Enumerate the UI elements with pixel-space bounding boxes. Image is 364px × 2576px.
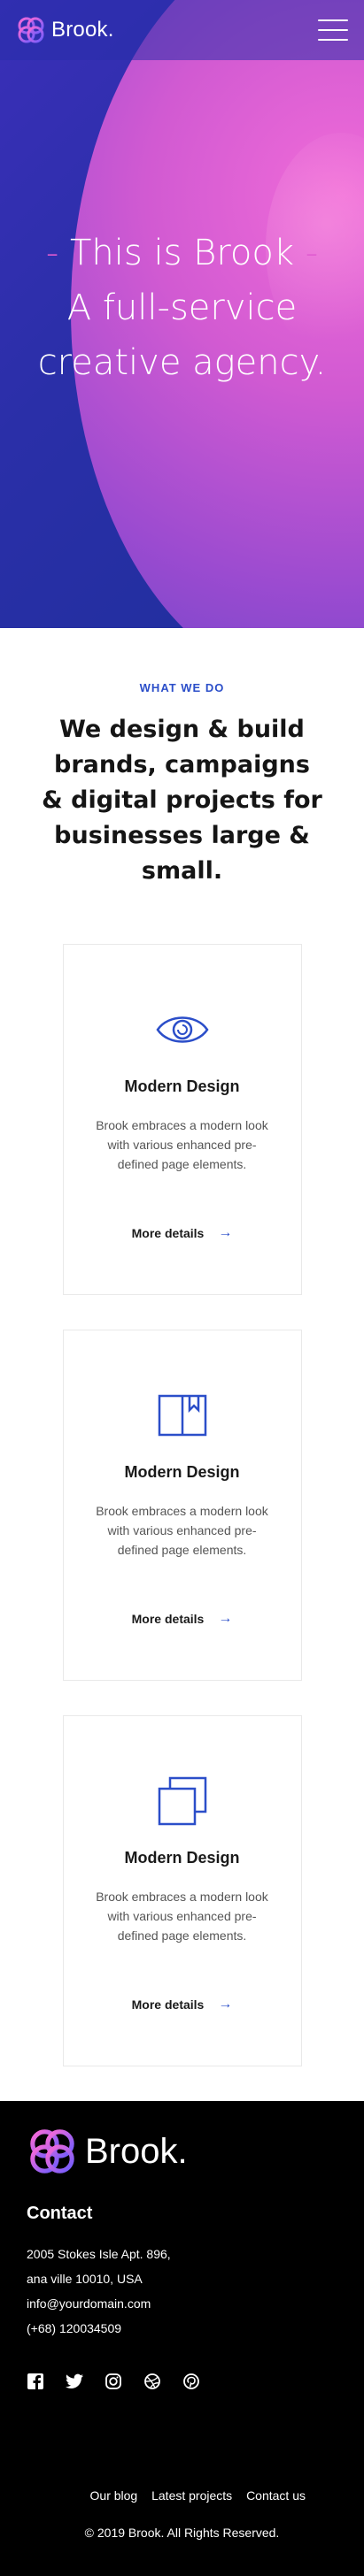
hero-dash-right: - [305,233,319,273]
site-header: Brook. [0,0,364,60]
layers-icon [158,1776,206,1826]
footer-nav: Our blog Latest projects Contact us [80,2488,306,2503]
hero-line-1: - This is Brook - [0,226,364,280]
arrow-right-icon: → [218,1225,233,1240]
footer-brand-logo[interactable]: Brook. [27,2126,337,2177]
social-links [27,2373,337,2390]
hero-line-3: creative agency. [37,342,327,383]
footer-link-contact[interactable]: Contact us [246,2488,306,2503]
book-icon [158,1394,206,1437]
more-details-label: More details [131,1226,205,1240]
service-card: Modern Design Brook embraces a modern lo… [62,1330,302,1681]
arrow-right-icon: → [218,1611,233,1626]
contact-heading: Contact [27,2204,93,2223]
pinterest-icon[interactable] [182,2373,200,2390]
footer-link-projects[interactable]: Latest projects [151,2488,232,2503]
section-eyebrow: WHAT WE DO [139,681,225,694]
more-details-label: More details [131,1612,205,1626]
hero-dash-left: - [45,233,59,273]
dribbble-icon[interactable] [143,2373,161,2390]
card-description: Brook embraces a modern look with variou… [96,1118,268,1171]
brand-logo[interactable]: Brook. [16,15,114,45]
brand-name: Brook. [51,18,114,42]
footer-brand-name: Brook. [85,2131,188,2171]
card-description: Brook embraces a modern look with variou… [96,1890,268,1943]
instagram-icon[interactable] [105,2373,122,2390]
arrow-right-icon: → [218,1997,233,2012]
address-line-1: 2005 Stokes Isle Apt. 896, [27,2247,171,2261]
copyright-text: © 2019 Brook. All Rights Reserved. [84,2526,280,2540]
more-details-link[interactable]: More details → [132,1225,233,1241]
hero-line-1-text: This is Brook [70,233,294,273]
brand-mark-icon [30,2129,74,2174]
what-we-do-section: WHAT WE DO We design & build brands, cam… [0,628,364,889]
address-line-2: ana ville 10010, USA [27,2272,143,2286]
card-description: Brook embraces a modern look with variou… [96,1504,268,1557]
footer-link-blog[interactable]: Our blog [90,2488,138,2503]
facebook-icon[interactable] [27,2373,44,2390]
more-details-link[interactable]: More details → [132,1611,233,1627]
section-headline: We design & build brands, campaigns & di… [42,716,322,885]
more-details-label: More details [131,1997,205,2012]
site-footer: Brook. Contact 2005 Stokes Isle Apt. 896… [0,2101,364,2576]
hamburger-icon[interactable] [318,19,348,41]
brand-mark-icon [18,17,44,43]
hero-section: Brook. - This is Brook - A full-service … [0,0,364,628]
twitter-icon[interactable] [66,2373,83,2390]
card-title: Modern Design [124,1463,240,1481]
contact-phone[interactable]: (+68) 120034509 [27,2316,337,2341]
contact-details: 2005 Stokes Isle Apt. 896, ana ville 100… [27,2242,337,2341]
contact-email[interactable]: info@yourdomain.com [27,2291,337,2316]
eye-icon [155,1016,209,1043]
card-title: Modern Design [124,1849,240,1867]
service-card: Modern Design Brook embraces a modern lo… [62,944,302,1295]
services-list: Modern Design Brook embraces a modern lo… [0,889,364,2066]
hero-title: - This is Brook - A full-service creativ… [0,226,364,390]
more-details-link[interactable]: More details → [132,1997,233,2012]
card-title: Modern Design [124,1077,240,1095]
service-card: Modern Design Brook embraces a modern lo… [62,1715,302,2066]
hero-line-2: A full-service [66,288,298,328]
